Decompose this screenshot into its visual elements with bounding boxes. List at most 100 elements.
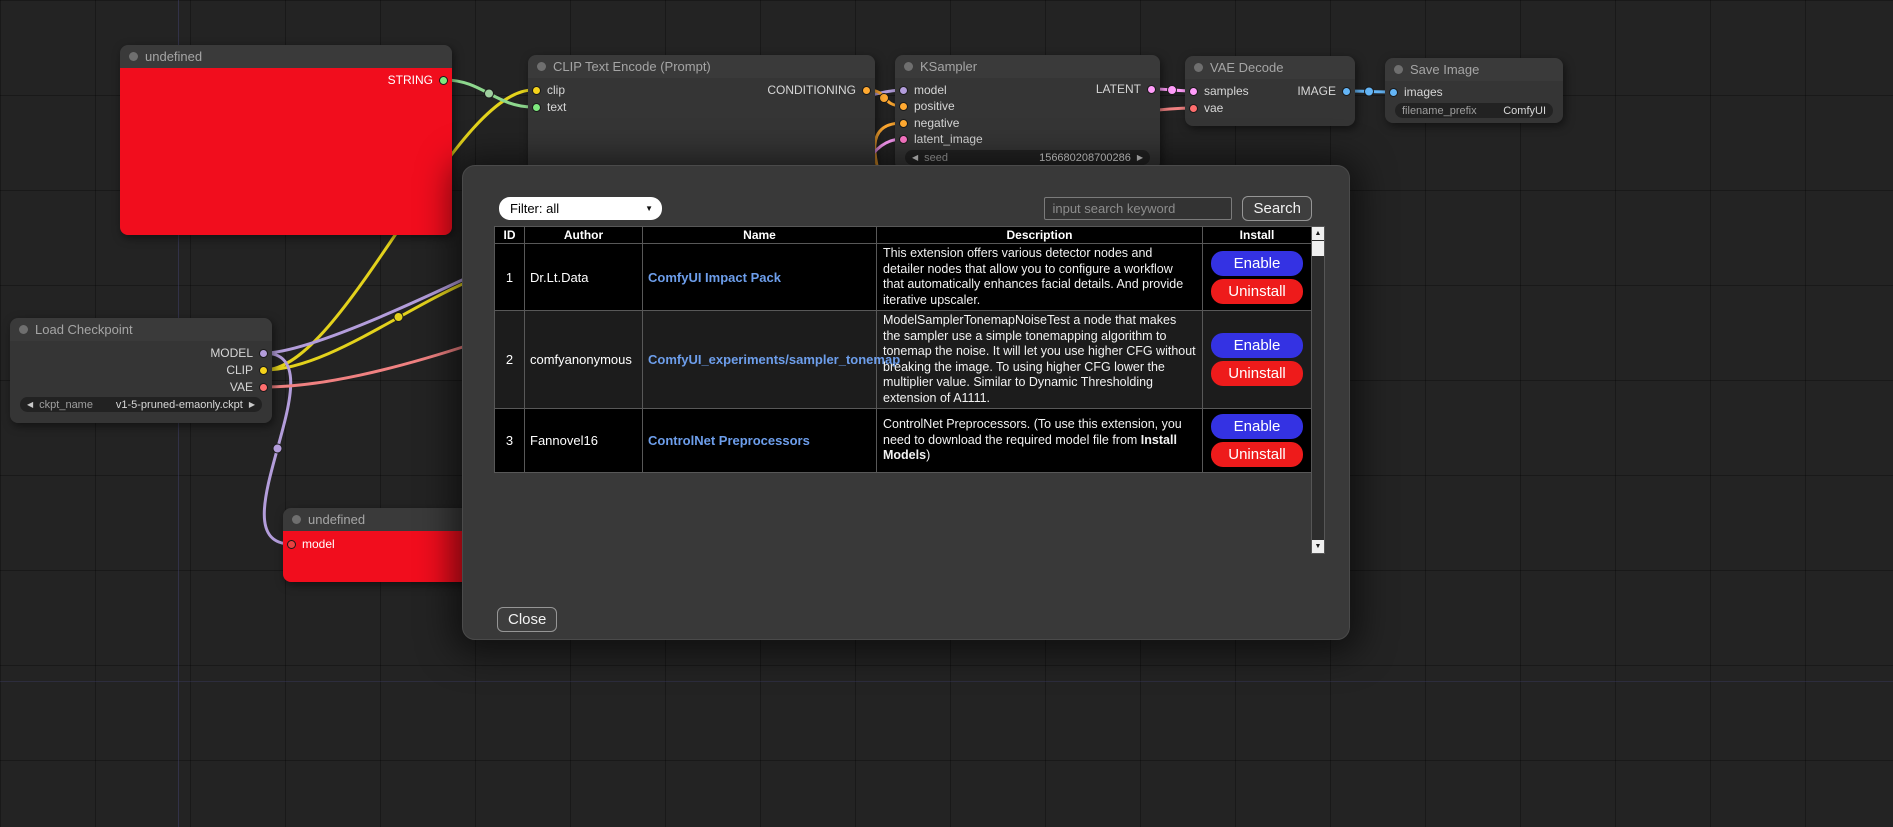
node-body[interactable]: samples vae IMAGE (1185, 79, 1355, 126)
uninstall-button[interactable]: Uninstall (1211, 361, 1303, 386)
input-label: vae (1204, 101, 1223, 115)
node-title-bar[interactable]: undefined (120, 45, 452, 68)
enable-button[interactable]: Enable (1211, 251, 1303, 276)
collapse-dot-icon[interactable] (1394, 65, 1403, 74)
collapse-dot-icon[interactable] (19, 325, 28, 334)
input-label: images (1404, 85, 1443, 99)
description-text: ControlNet Preprocessors. (To use this e… (883, 417, 1182, 447)
dialog-toolbar: Filter: all ▼ Search (499, 196, 1312, 221)
node-save-image[interactable]: Save Image images filename_prefix ComfyU… (1385, 58, 1563, 123)
filter-select[interactable]: Filter: all ▼ (499, 197, 662, 220)
input-label: model (302, 537, 335, 551)
node-graph-canvas[interactable]: undefined STRING CLIP Text Encode (Promp… (0, 0, 1893, 827)
collapse-dot-icon[interactable] (904, 62, 913, 71)
increment-icon[interactable]: ▶ (1137, 154, 1143, 162)
input-port-negative[interactable] (899, 119, 908, 128)
collapse-dot-icon[interactable] (292, 515, 301, 524)
output-port-model[interactable] (259, 349, 268, 358)
output-label: CLIP (226, 363, 253, 377)
extension-row: 3 Fannovel16 ControlNet Preprocessors Co… (495, 409, 1312, 473)
input-port-latent-image[interactable] (899, 135, 908, 144)
search-button[interactable]: Search (1242, 196, 1312, 221)
node-body[interactable]: MODEL CLIP VAE ◀ ckpt_name v1-5-pruned-e… (10, 341, 272, 423)
output-port-latent[interactable] (1147, 85, 1156, 94)
scrollbar[interactable]: ▲ ▼ (1311, 226, 1325, 554)
input-port-vae[interactable] (1189, 104, 1198, 113)
search-input[interactable] (1044, 197, 1232, 220)
input-label: latent_image (914, 132, 983, 146)
input-port-samples[interactable] (1189, 87, 1198, 96)
node-title-bar[interactable]: Save Image (1385, 58, 1563, 81)
decrement-icon[interactable]: ◀ (912, 154, 918, 162)
output-port-conditioning[interactable] (862, 86, 871, 95)
input-label: clip (547, 83, 565, 97)
scroll-up-icon[interactable]: ▲ (1312, 227, 1324, 240)
next-icon[interactable]: ▶ (249, 401, 255, 409)
link-midpoint-dot[interactable] (273, 444, 282, 453)
extension-link[interactable]: ControlNet Preprocessors (648, 433, 810, 448)
node-ksampler[interactable]: KSampler model positive negative latent_… (895, 55, 1160, 170)
extension-row: 1 Dr.Lt.Data ComfyUI Impact Pack This ex… (495, 244, 1312, 311)
scroll-thumb[interactable] (1312, 241, 1324, 256)
link-midpoint-dot[interactable] (394, 313, 403, 322)
extension-description: This extension offers various detector n… (877, 244, 1203, 311)
input-port-images[interactable] (1389, 88, 1398, 97)
input-port-clip[interactable] (532, 86, 541, 95)
link-midpoint-dot[interactable] (485, 89, 494, 98)
node-title-bar[interactable]: VAE Decode (1185, 56, 1355, 79)
collapse-dot-icon[interactable] (1194, 63, 1203, 72)
input-port-model[interactable] (287, 540, 296, 549)
extension-id: 2 (495, 311, 525, 409)
link-midpoint-dot[interactable] (880, 94, 889, 103)
output-port-image[interactable] (1342, 87, 1351, 96)
ckpt-name-widget[interactable]: ◀ ckpt_name v1-5-pruned-emaonly.ckpt ▶ (20, 397, 262, 412)
widget-label: ckpt_name (39, 399, 93, 411)
node-vae-decode[interactable]: VAE Decode samples vae IMAGE (1185, 56, 1355, 126)
col-header-name: Name (643, 227, 877, 244)
seed-widget[interactable]: ◀ seed 156680208700286 ▶ (905, 150, 1150, 165)
node-title-bar[interactable]: CLIP Text Encode (Prompt) (528, 55, 875, 78)
widget-label: filename_prefix (1402, 105, 1477, 117)
collapse-dot-icon[interactable] (129, 52, 138, 61)
link-midpoint-dot[interactable] (1168, 86, 1177, 95)
manager-install-dialog: Filter: all ▼ Search ID Author Name Desc… (462, 165, 1350, 640)
output-port-clip[interactable] (259, 366, 268, 375)
link-midpoint-dot[interactable] (1365, 87, 1374, 96)
output-label: IMAGE (1297, 84, 1336, 98)
node-undefined-top[interactable]: undefined STRING (120, 45, 452, 235)
node-title: CLIP Text Encode (Prompt) (553, 59, 711, 74)
description-text: ) (926, 448, 930, 462)
input-port-positive[interactable] (899, 102, 908, 111)
node-body[interactable]: STRING (120, 68, 452, 235)
node-title-bar[interactable]: Load Checkpoint (10, 318, 272, 341)
output-label: LATENT (1096, 82, 1141, 96)
extension-id: 1 (495, 244, 525, 311)
output-port-string[interactable] (439, 76, 448, 85)
enable-button[interactable]: Enable (1211, 333, 1303, 358)
output-port-vae[interactable] (259, 383, 268, 392)
input-label: negative (914, 116, 959, 130)
extension-link[interactable]: ComfyUI_experiments/sampler_tonemap (648, 352, 900, 367)
previous-icon[interactable]: ◀ (27, 401, 33, 409)
extension-id: 3 (495, 409, 525, 473)
scroll-down-icon[interactable]: ▼ (1312, 540, 1324, 553)
uninstall-button[interactable]: Uninstall (1211, 442, 1303, 467)
extension-link[interactable]: ComfyUI Impact Pack (648, 270, 781, 285)
filename-prefix-widget[interactable]: filename_prefix ComfyUI (1395, 103, 1553, 118)
node-body[interactable]: model positive negative latent_image LAT… (895, 78, 1160, 170)
input-label: text (547, 100, 566, 114)
input-port-model[interactable] (899, 86, 908, 95)
input-port-text[interactable] (532, 103, 541, 112)
collapse-dot-icon[interactable] (537, 62, 546, 71)
close-button[interactable]: Close (497, 607, 557, 632)
uninstall-button[interactable]: Uninstall (1211, 279, 1303, 304)
node-load-checkpoint[interactable]: Load Checkpoint MODEL CLIP VAE ◀ ckpt_na… (10, 318, 272, 423)
node-title: VAE Decode (1210, 60, 1283, 75)
output-label: VAE (230, 380, 253, 394)
extension-table-area: ID Author Name Description Install 1 Dr.… (494, 226, 1325, 554)
col-header-author: Author (525, 227, 643, 244)
node-title: undefined (145, 49, 202, 64)
node-title-bar[interactable]: KSampler (895, 55, 1160, 78)
enable-button[interactable]: Enable (1211, 414, 1303, 439)
node-body[interactable]: images filename_prefix ComfyUI (1385, 81, 1563, 123)
